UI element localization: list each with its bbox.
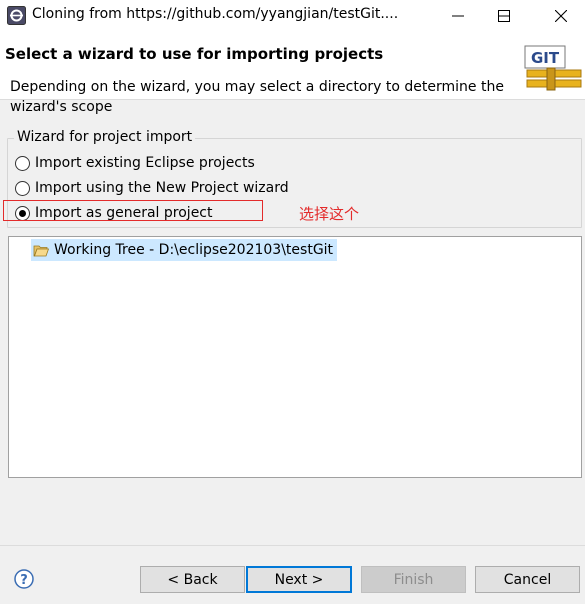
close-icon — [555, 9, 567, 22]
separator — [0, 545, 585, 546]
page-title: Select a wizard to use for importing pro… — [5, 45, 384, 63]
radio-button[interactable] — [15, 180, 30, 196]
group-label: Wizard for project import — [14, 129, 196, 145]
maximize-button[interactable] — [481, 0, 527, 31]
window-title: Cloning from https://github.com/yyangjia… — [32, 6, 399, 22]
radio-label: Import using the New Project wizard — [35, 180, 289, 196]
radio-label: Import existing Eclipse projects — [35, 155, 255, 171]
tree-item-working-tree[interactable]: Working Tree - D:\eclipse202103\testGit — [31, 239, 338, 261]
minimize-button-2[interactable] — [435, 0, 481, 31]
page-description: Depending on the wizard, you may select … — [10, 79, 504, 115]
radio-new-project-wizard[interactable]: Import using the New Project wizard — [15, 180, 289, 196]
svg-text:?: ? — [20, 573, 28, 588]
git-logo-text: GIT — [531, 49, 560, 67]
help-icon[interactable]: ? — [14, 569, 34, 589]
cancel-button[interactable]: Cancel — [475, 566, 580, 593]
back-button[interactable]: < Back — [140, 566, 245, 593]
annotation-text: 选择这个 — [299, 205, 360, 223]
open-folder-icon — [33, 245, 49, 256]
radio-import-existing[interactable]: Import existing Eclipse projects — [15, 155, 255, 171]
tree-item-label: Working Tree - D:\eclipse202103\testGit — [54, 242, 334, 258]
git-logo-icon: GIT — [524, 45, 582, 91]
annotation-highlight-box — [3, 200, 263, 221]
finish-button[interactable]: Finish — [361, 566, 466, 593]
wizard-header: Select a wizard to use for importing pro… — [0, 31, 585, 115]
next-button[interactable]: Next > — [246, 566, 352, 593]
close-button[interactable] — [538, 0, 584, 31]
maximize-icon — [498, 9, 510, 22]
eclipse-app-icon — [7, 6, 26, 25]
working-tree-view[interactable]: Working Tree - D:\eclipse202103\testGit — [8, 236, 582, 478]
radio-button[interactable] — [15, 155, 30, 171]
minimize-icon — [452, 15, 464, 16]
